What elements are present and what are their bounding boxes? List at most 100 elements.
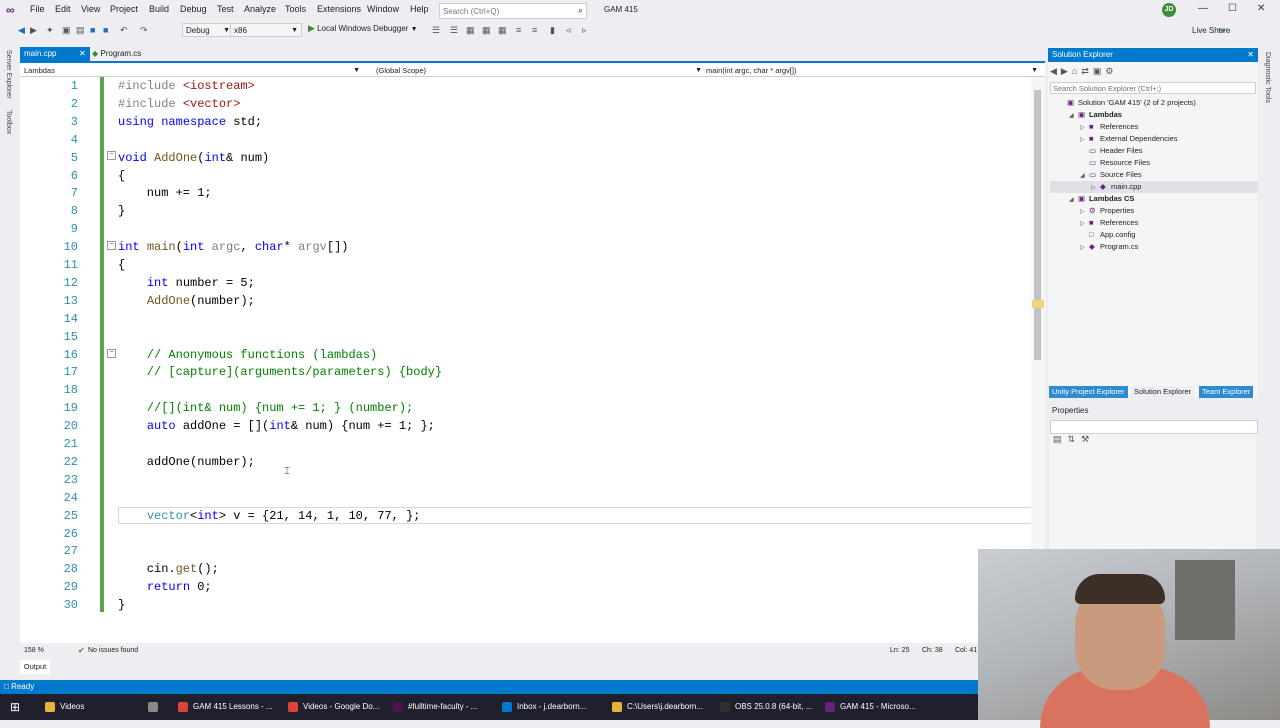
tree-item[interactable]: ▷ ⚙ Properties bbox=[1080, 205, 1134, 217]
code-line[interactable]: } bbox=[118, 596, 125, 614]
toolbar-icon[interactable]: ☰ bbox=[432, 25, 440, 36]
output-tab[interactable]: Output bbox=[20, 660, 50, 674]
close-tab-icon[interactable]: ✕ bbox=[79, 47, 86, 61]
menu-help[interactable]: Help bbox=[410, 4, 429, 14]
solution-search-input[interactable]: Search Solution Explorer (Ctrl+;) bbox=[1050, 82, 1256, 94]
minimize-icon[interactable]: — bbox=[1198, 3, 1208, 14]
run-debugger-button[interactable]: ▶ Local Windows Debugger ▼ bbox=[308, 23, 418, 34]
code-line[interactable]: return 0; bbox=[118, 578, 212, 596]
code-line[interactable]: { bbox=[118, 167, 125, 185]
code-line[interactable]: // Anonymous functions (lambdas) bbox=[118, 346, 377, 364]
zoom-level[interactable]: 158 % bbox=[24, 647, 44, 654]
platform-dropdown[interactable]: x86 ▼ bbox=[230, 23, 302, 37]
code-line[interactable]: //[](int& num) {num += 1; } (number); bbox=[118, 399, 413, 417]
menu-debug[interactable]: Debug bbox=[180, 4, 207, 14]
issues-status[interactable]: No issues found bbox=[88, 647, 138, 654]
properties-icon[interactable]: ⚙ bbox=[1105, 66, 1117, 76]
taskbar-item[interactable]: GAM 415 Lessons - ... bbox=[178, 694, 273, 720]
live-share-button[interactable]: Live Share bbox=[1192, 26, 1230, 35]
member-dropdown[interactable]: main(int argc, char * argv[]) ▼ bbox=[706, 65, 1038, 76]
tree-item[interactable]: ▷ ■ References bbox=[1080, 217, 1138, 229]
tree-item[interactable]: ◢ ▣ Lambdas bbox=[1069, 109, 1122, 121]
code-line[interactable]: auto addOne = [](int& num) {num += 1; }; bbox=[118, 417, 435, 435]
tab-solution-explorer[interactable]: Solution Explorer bbox=[1131, 386, 1195, 398]
undo-icon[interactable]: ↶ bbox=[120, 25, 128, 36]
code-line[interactable]: void AddOne(int& num) bbox=[118, 149, 269, 167]
toolbar-icon[interactable]: ☰ bbox=[450, 25, 458, 36]
project-dropdown[interactable]: Lambdas ▼ bbox=[24, 65, 360, 76]
sync-icon[interactable]: ⇄ bbox=[1081, 66, 1093, 76]
bookmark-prev-icon[interactable]: ◃ bbox=[566, 25, 571, 36]
save-all-icon[interactable]: ■ bbox=[103, 25, 108, 35]
toolbar-icon[interactable]: ▦ bbox=[466, 25, 475, 36]
tree-item[interactable]: ▷ ■ External Dependencies bbox=[1080, 133, 1178, 145]
taskbar-item[interactable]: C:\Users\j.dearborn... bbox=[612, 694, 703, 720]
redo-icon[interactable]: ↷ bbox=[140, 25, 148, 36]
search-input[interactable] bbox=[440, 4, 563, 18]
close-icon[interactable]: ✕ bbox=[1257, 3, 1265, 14]
tab-program-cs[interactable]: ◆ Program.cs bbox=[92, 47, 141, 61]
tree-item[interactable]: ▣ Solution 'GAM 415' (2 of 2 projects) bbox=[1058, 97, 1196, 109]
categorized-icon[interactable]: ▤ bbox=[1053, 434, 1068, 444]
code-line[interactable]: int number = 5; bbox=[118, 274, 255, 292]
menu-edit[interactable]: Edit bbox=[55, 4, 71, 14]
taskbar-item[interactable] bbox=[148, 694, 163, 720]
collapse-all-icon[interactable]: ▣ bbox=[1093, 66, 1106, 76]
taskbar-item[interactable]: Inbox - j.dearborn... bbox=[502, 694, 586, 720]
tree-item[interactable]: ▷ ■ References bbox=[1080, 121, 1138, 133]
menu-extensions[interactable]: Extensions bbox=[317, 4, 361, 14]
forward-icon[interactable]: ▶ bbox=[1061, 66, 1072, 76]
alphabetical-icon[interactable]: ⇅ bbox=[1068, 434, 1082, 444]
toolbar-icon[interactable]: ▦ bbox=[498, 25, 507, 36]
code-line[interactable]: int main(int argc, char* argv[]) bbox=[118, 238, 349, 256]
avatar[interactable]: JD bbox=[1162, 3, 1176, 17]
diagnostic-tools-tab[interactable]: Diagnostic Tools bbox=[1264, 52, 1271, 103]
menu-window[interactable]: Window bbox=[367, 4, 399, 14]
code-line[interactable]: } bbox=[118, 202, 125, 220]
tree-item[interactable]: ▭ Resource Files bbox=[1080, 157, 1150, 169]
new-item-icon[interactable]: ✦ bbox=[46, 25, 54, 36]
server-explorer-tab[interactable]: Server Explorer bbox=[5, 50, 12, 99]
code-line[interactable]: cin.get(); bbox=[118, 560, 219, 578]
code-line[interactable]: AddOne(number); bbox=[118, 292, 255, 310]
home-icon[interactable]: ⌂ bbox=[1072, 66, 1081, 76]
close-icon[interactable]: ✕ bbox=[1247, 48, 1254, 62]
code-line[interactable]: #include <iostream> bbox=[118, 77, 255, 95]
tree-item[interactable]: ▷ ◆ Program.cs bbox=[1080, 241, 1138, 253]
menu-test[interactable]: Test bbox=[217, 4, 234, 14]
wrench-icon[interactable]: ⚒ bbox=[1081, 434, 1095, 444]
tree-item[interactable]: ◢ ▣ Lambdas CS bbox=[1069, 193, 1134, 205]
open-icon[interactable]: ▤ bbox=[76, 25, 85, 36]
maximize-icon[interactable]: ☐ bbox=[1228, 3, 1237, 14]
bookmark-next-icon[interactable]: ▹ bbox=[582, 25, 587, 36]
code-line[interactable]: num += 1; bbox=[118, 184, 212, 202]
back-icon[interactable]: ◀ bbox=[1050, 66, 1061, 76]
expand-icon[interactable]: ▷ bbox=[1080, 242, 1089, 254]
bookmark-icon[interactable]: ▮ bbox=[550, 25, 555, 36]
tree-item[interactable]: ▷ ◆ main.cpp bbox=[1091, 181, 1141, 193]
save-icon[interactable]: ■ bbox=[90, 25, 95, 35]
toolbox-tab[interactable]: Toolbox bbox=[5, 110, 12, 134]
collapse-icon[interactable]: − bbox=[107, 241, 116, 250]
scrollbar-thumb[interactable] bbox=[1034, 90, 1041, 360]
tree-item[interactable]: □ App.config bbox=[1080, 229, 1135, 241]
expand-icon[interactable]: ◢ bbox=[1069, 194, 1078, 206]
properties-object-dropdown[interactable] bbox=[1050, 420, 1258, 434]
code-line[interactable]: using namespace std; bbox=[118, 113, 262, 131]
menu-analyze[interactable]: Analyze bbox=[244, 4, 276, 14]
forward-icon[interactable]: ▶ bbox=[30, 25, 37, 36]
tree-item[interactable]: ▭ Header Files bbox=[1080, 145, 1143, 157]
toolbar-icon[interactable]: ▦ bbox=[482, 25, 491, 36]
back-icon[interactable]: ◀ bbox=[18, 25, 25, 36]
code-line[interactable]: addOne(number); bbox=[118, 453, 255, 471]
config-dropdown[interactable]: Debug ▼ bbox=[182, 23, 234, 37]
taskbar-item[interactable]: Videos - Google Do... bbox=[288, 694, 379, 720]
taskbar-item[interactable]: GAM 415 - Microso... bbox=[825, 694, 916, 720]
taskbar-item[interactable]: #fulltime-faculty - ... bbox=[393, 694, 477, 720]
code-line[interactable]: #include <vector> bbox=[118, 95, 240, 113]
uncomment-icon[interactable]: ≡ bbox=[532, 25, 537, 35]
collapse-icon[interactable]: − bbox=[107, 151, 116, 160]
code-line[interactable]: // [capture](arguments/parameters) {body… bbox=[118, 363, 442, 381]
menu-file[interactable]: File bbox=[30, 4, 45, 14]
collapse-icon[interactable]: − bbox=[107, 349, 116, 358]
